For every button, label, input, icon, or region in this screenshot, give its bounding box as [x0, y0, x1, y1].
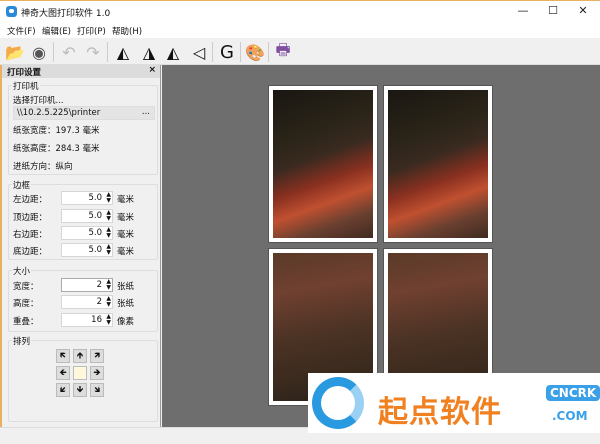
watermark-logo-icon: [312, 377, 364, 429]
value: 5.0: [88, 211, 102, 221]
value: 2: [96, 297, 102, 307]
unit: 像素: [117, 317, 135, 327]
arrow-down-left-icon[interactable]: 🡿: [56, 383, 70, 397]
width-label: 宽度：: [13, 282, 39, 292]
panel-header: 打印设置 ×: [2, 65, 160, 78]
group-title: 排列: [12, 335, 32, 347]
rotate-right-icon[interactable]: ◮: [138, 41, 160, 63]
value: 5.0: [88, 245, 102, 255]
watermark-text: 起点软件: [378, 395, 502, 430]
height-stepper[interactable]: 2 ▲ ▼: [61, 295, 113, 309]
value: 5.0: [88, 193, 102, 203]
group-title: 打印机: [12, 80, 40, 92]
arrow-down-icon[interactable]: 🡻: [73, 383, 87, 397]
bottom-margin-label: 底边距：: [13, 247, 48, 257]
title-bar: 神奇大图打印软件 1.0 — ☐ ✕: [0, 0, 600, 22]
window-title: 神奇大图打印软件 1.0: [21, 9, 111, 19]
paper-height: 纸张高度：284.3 毫米: [13, 144, 100, 154]
separator: [107, 42, 108, 62]
palette-icon[interactable]: 🎨: [244, 41, 266, 63]
overlap-label: 重叠：: [13, 317, 39, 327]
print-settings-panel: 打印设置 × 打印机 选择打印机... \\10.2.5.225\printer…: [0, 65, 161, 427]
paper-width: 纸张宽度：197.3 毫米: [13, 126, 100, 136]
separator: [212, 42, 213, 62]
separator: [53, 42, 54, 62]
arrow-up-left-icon[interactable]: 🡼: [56, 349, 70, 363]
separator: [240, 42, 241, 62]
page-tile-2[interactable]: [383, 85, 493, 243]
value: 5.0: [88, 228, 102, 238]
arrow-right-icon[interactable]: 🡺: [90, 366, 104, 380]
arrow-left-icon[interactable]: 🡸: [56, 366, 70, 380]
right-margin-label: 右边距：: [13, 230, 48, 240]
app-icon: [6, 6, 17, 17]
printer-group: 打印机 选择打印机... \\10.2.5.225\printer... 纸张宽…: [8, 80, 158, 175]
menu-edit[interactable]: 编辑(E): [42, 25, 71, 37]
left-margin-stepper[interactable]: 5.0 ▲ ▼: [61, 191, 113, 205]
webcam-icon[interactable]: ◉: [28, 41, 50, 63]
feed-direction: 进纸方向：纵向: [13, 162, 73, 172]
flip-vertical-icon[interactable]: ◁: [188, 41, 210, 63]
unit: 毫米: [117, 247, 135, 257]
toolbar: 📂 ◉ ↶ ↷ ◭ ◮ ◭ ◁ G 🎨 🖶: [0, 38, 600, 65]
overlap-stepper[interactable]: 16 ▲ ▼: [61, 313, 113, 327]
arrow-up-icon[interactable]: 🡹: [73, 349, 87, 363]
value: 2: [96, 280, 102, 290]
watermark-logo: 起点软件 CNCRK .COM: [308, 373, 600, 433]
margins-group: 边框 左边距： 5.0 ▲ ▼ 毫米 顶边距： 5.0 ▲ ▼ 毫米 右边距： 5.0 ▲…: [8, 179, 158, 260]
height-label: 高度：: [13, 299, 39, 309]
arrange-group: 排列 🡼 🡹 🡽 🡸 🡺 🡿 🡻 🡾: [8, 335, 158, 422]
menu-print[interactable]: 打印(P): [77, 25, 106, 37]
unit: 毫米: [117, 213, 135, 223]
choose-printer-label: 选择打印机...: [13, 96, 64, 106]
printer-field[interactable]: \\10.2.5.225\printer...: [13, 106, 155, 120]
arrow-down-right-icon[interactable]: 🡾: [90, 383, 104, 397]
right-margin-stepper[interactable]: 5.0 ▲ ▼: [61, 226, 113, 240]
panel-close-button[interactable]: ×: [148, 65, 156, 75]
unit: 毫米: [117, 195, 135, 205]
text-icon[interactable]: G: [216, 41, 238, 63]
top-margin-label: 顶边距：: [13, 213, 48, 223]
group-title: 大小: [12, 265, 32, 277]
open-folder-icon[interactable]: 📂: [4, 41, 26, 63]
flip-horizontal-icon[interactable]: ◭: [162, 41, 184, 63]
photo-segment: [388, 90, 488, 238]
close-button[interactable]: ✕: [568, 4, 598, 20]
separator: [268, 42, 269, 62]
panel-title: 打印设置: [7, 68, 42, 78]
watermark-badge: CNCRK: [546, 385, 600, 401]
arrow-up-right-icon[interactable]: 🡽: [90, 349, 104, 363]
minimize-button[interactable]: —: [508, 4, 538, 20]
menu-help[interactable]: 帮助(H): [112, 25, 142, 37]
undo-icon[interactable]: ↶: [58, 41, 80, 63]
width-stepper[interactable]: 2 ▲ ▼: [61, 278, 113, 292]
browse-button[interactable]: ...: [142, 107, 150, 117]
unit: 张纸: [117, 299, 135, 309]
arrange-center-button[interactable]: [73, 366, 87, 380]
redo-icon[interactable]: ↷: [82, 41, 104, 63]
menu-bar: 文件(F) 编辑(E) 打印(P) 帮助(H): [0, 22, 600, 38]
unit: 毫米: [117, 230, 135, 240]
rotate-left-icon[interactable]: ◭: [112, 41, 134, 63]
photo-segment: [273, 90, 373, 238]
printer-value: \\10.2.5.225\printer: [17, 108, 101, 118]
maximize-button[interactable]: ☐: [538, 4, 568, 20]
size-group: 大小 宽度： 2 ▲ ▼ 张纸 高度： 2 ▲ ▼ 张纸 重叠： 16 ▲ ▼ 像素: [8, 265, 158, 332]
value: 16: [91, 315, 102, 325]
top-margin-stepper[interactable]: 5.0 ▲ ▼: [61, 209, 113, 223]
left-margin-label: 左边距：: [13, 195, 48, 205]
page-tile-1[interactable]: [268, 85, 378, 243]
unit: 张纸: [117, 282, 135, 292]
group-title: 边框: [12, 179, 32, 191]
menu-file[interactable]: 文件(F): [7, 25, 36, 37]
bottom-margin-stepper[interactable]: 5.0 ▲ ▼: [61, 243, 113, 257]
watermark-com: .COM: [552, 409, 588, 423]
printer-icon[interactable]: 🖶: [272, 40, 294, 63]
